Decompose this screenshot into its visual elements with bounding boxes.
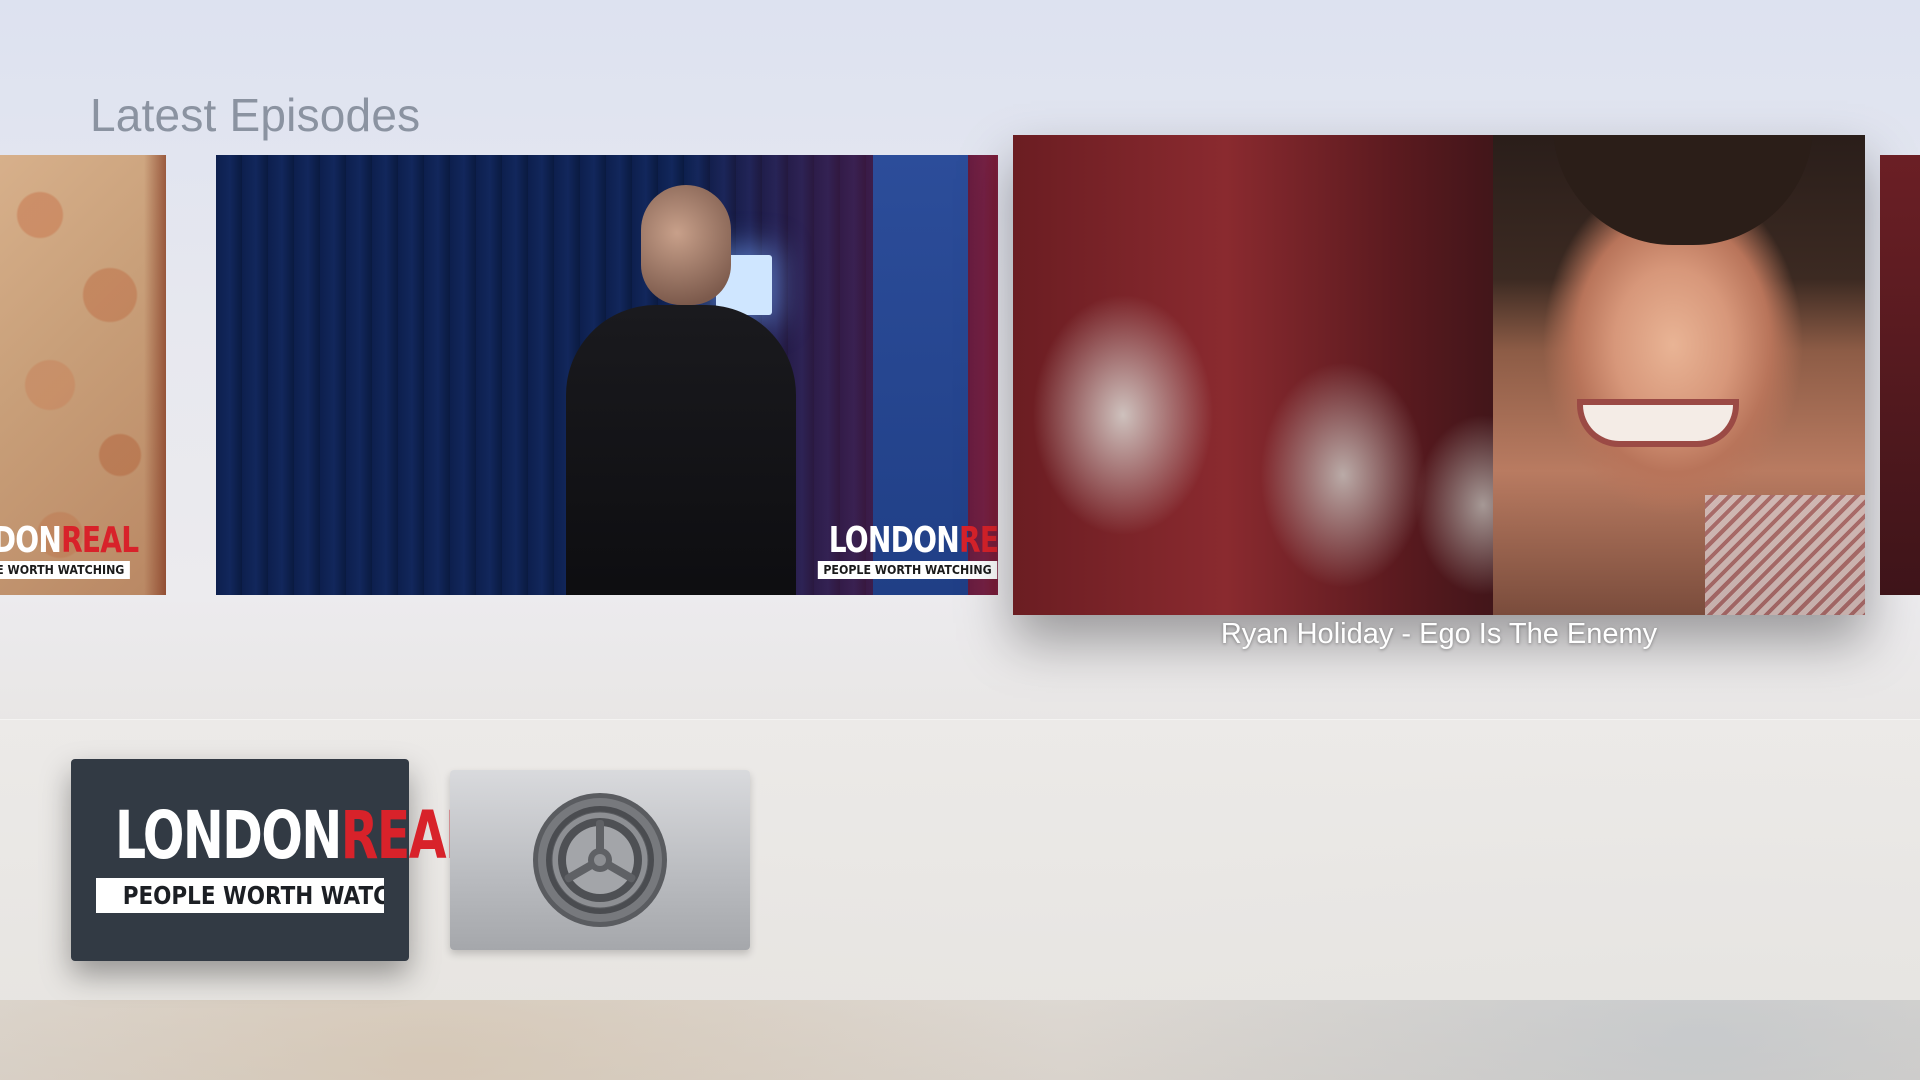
- speaker-figure: [526, 185, 826, 595]
- settings-app-tile[interactable]: [450, 770, 750, 950]
- london-real-watermark: LONDONREAL PEOPLE WORTH WATCHING: [810, 523, 998, 579]
- episode-thumbnail-next[interactable]: [1880, 155, 1920, 595]
- london-real-watermark: NDONREAL OPLE WORTH WATCHING: [0, 523, 148, 579]
- episode-thumbnail-previous[interactable]: NDONREAL OPLE WORTH WATCHING: [0, 155, 166, 595]
- london-real-tagline: PEOPLE WORTH WATCHING: [96, 878, 384, 913]
- focused-episode-title: Ryan Holiday - Ego Is The Enemy: [1220, 618, 1658, 650]
- london-real-logo: LONDONREAL: [114, 797, 476, 874]
- episode-thumbnail-focused[interactable]: [1013, 135, 1865, 615]
- gear-icon: [533, 793, 667, 927]
- episode-thumbnail-speaker[interactable]: LONDONREAL PEOPLE WORTH WATCHING: [216, 155, 998, 595]
- london-real-app-tile[interactable]: LONDONREAL PEOPLE WORTH WATCHING: [71, 759, 476, 961]
- section-title-latest-episodes: Latest Episodes: [90, 89, 421, 141]
- background-band: [0, 1000, 1920, 1080]
- app-dock: LONDONREAL PEOPLE WORTH WATCHING: [0, 720, 1920, 1000]
